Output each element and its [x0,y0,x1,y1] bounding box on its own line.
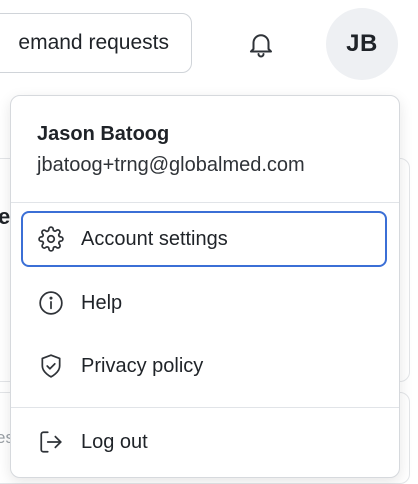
avatar-initials: JB [346,30,378,57]
log-out-icon [37,428,65,456]
shield-check-icon [37,352,65,380]
privacy-policy-label: Privacy policy [81,354,204,377]
help-label: Help [81,291,123,314]
account-settings-menu-item[interactable]: Account settings [21,211,387,267]
background-heading-fragment: e [0,204,11,229]
info-icon [37,289,65,317]
menu-divider [11,202,399,203]
user-email: jbatoog+trng@globalmed.com [37,154,305,176]
account-settings-label: Account settings [81,227,228,250]
privacy-policy-menu-item[interactable]: Privacy policy [21,338,387,394]
demand-requests-button[interactable]: emand requests [0,13,192,73]
account-menu: Jason Batoog jbatoog+trng@globalmed.com … [10,95,400,478]
gear-icon [37,225,65,253]
demand-requests-label: emand requests [18,31,169,54]
menu-divider [11,407,399,408]
user-name: Jason Batoog [37,123,170,145]
log-out-label: Log out [81,430,148,453]
bell-icon[interactable] [246,29,276,59]
avatar[interactable]: JB [326,8,398,80]
help-menu-item[interactable]: Help [21,275,387,331]
log-out-menu-item[interactable]: Log out [21,414,387,470]
